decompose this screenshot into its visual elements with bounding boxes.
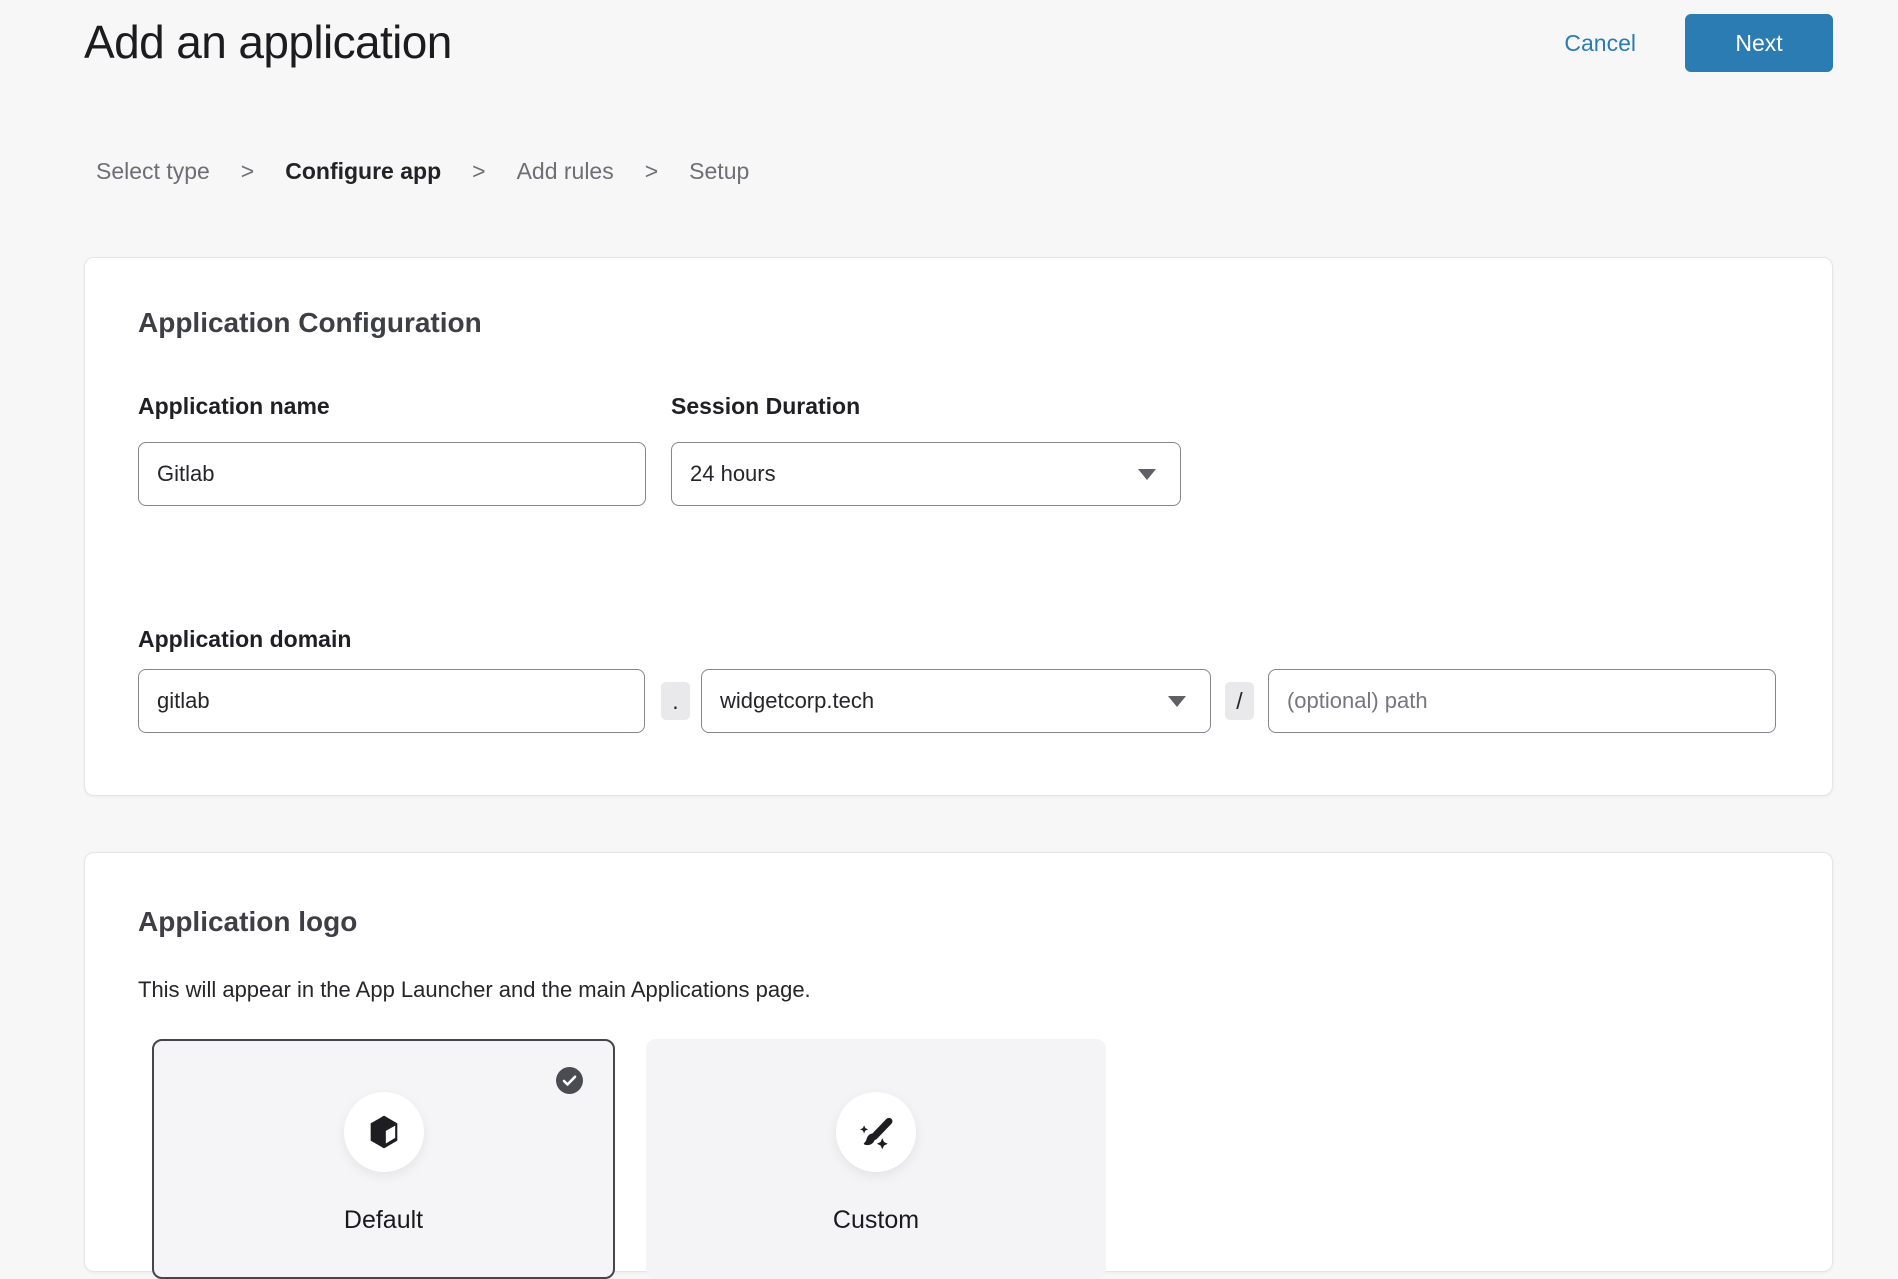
domain-select-value: widgetcorp.tech (720, 688, 874, 714)
subdomain-input[interactable] (138, 669, 645, 733)
session-duration-field: Session Duration 24 hours (671, 393, 1181, 506)
application-domain-field: Application domain . widgetcorp.tech / (138, 626, 1776, 733)
cancel-button[interactable]: Cancel (1564, 30, 1636, 57)
logo-option-default[interactable]: Default (152, 1039, 615, 1279)
domain-select[interactable]: widgetcorp.tech (701, 669, 1211, 733)
logo-option-custom[interactable]: Custom (646, 1039, 1106, 1279)
page-header: Add an application Cancel Next (84, 0, 1833, 72)
application-logo-description: This will appear in the App Launcher and… (138, 976, 1776, 1003)
next-button[interactable]: Next (1685, 14, 1833, 72)
application-domain-label: Application domain (138, 626, 1776, 653)
breadcrumb-separator: > (472, 158, 485, 185)
application-logo-card: Application logo This will appear in the… (84, 852, 1833, 1272)
caret-down-icon (1138, 469, 1156, 480)
breadcrumb-step-setup[interactable]: Setup (689, 158, 749, 185)
application-configuration-card: Application Configuration Application na… (84, 257, 1833, 796)
cube-icon (344, 1092, 424, 1172)
breadcrumb-step-add-rules[interactable]: Add rules (517, 158, 614, 185)
dot-separator: . (661, 682, 690, 720)
session-duration-select[interactable]: 24 hours (671, 442, 1181, 506)
logo-option-label: Default (154, 1206, 613, 1235)
session-duration-label: Session Duration (671, 393, 1181, 420)
logo-options: Default Custom (152, 1039, 1776, 1279)
slash-separator: / (1225, 682, 1254, 720)
path-input[interactable] (1268, 669, 1776, 733)
page-title: Add an application (84, 14, 452, 70)
breadcrumb-step-configure-app[interactable]: Configure app (285, 158, 441, 185)
breadcrumb: Select type > Configure app > Add rules … (84, 158, 1833, 185)
check-circle-icon (556, 1067, 583, 1094)
breadcrumb-separator: > (645, 158, 658, 185)
add-application-page: Add an application Cancel Next Select ty… (84, 0, 1833, 1272)
application-domain-row: . widgetcorp.tech / (138, 669, 1776, 733)
header-actions: Cancel Next (1564, 14, 1833, 72)
name-session-row: Application name Session Duration 24 hou… (138, 393, 1776, 506)
logo-option-label: Custom (646, 1206, 1106, 1235)
application-logo-title: Application logo (138, 905, 1776, 938)
breadcrumb-step-select-type[interactable]: Select type (96, 158, 210, 185)
caret-down-icon (1168, 696, 1186, 707)
breadcrumb-separator: > (241, 158, 254, 185)
application-name-label: Application name (138, 393, 646, 420)
paintbrush-icon (836, 1092, 916, 1172)
application-configuration-title: Application Configuration (138, 306, 1776, 339)
session-duration-value: 24 hours (690, 461, 776, 487)
application-name-input[interactable] (138, 442, 646, 506)
application-name-field: Application name (138, 393, 646, 506)
